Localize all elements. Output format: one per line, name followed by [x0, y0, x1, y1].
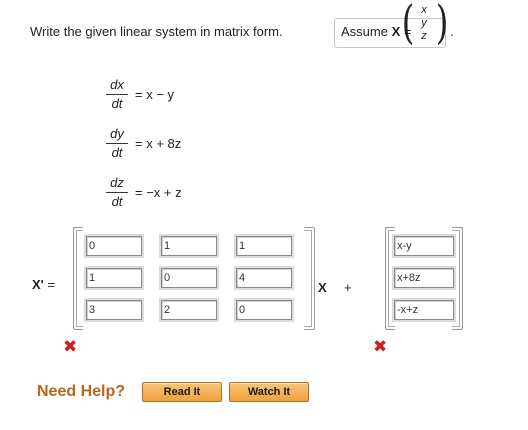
eq3-fraction-bar: [106, 192, 128, 193]
prompt-period: .: [450, 24, 454, 39]
lhs-var: X': [32, 277, 44, 292]
vector-component-z: z: [421, 30, 427, 42]
eq1-fraction-bar: [106, 94, 128, 95]
vector-right-paren: ): [435, 0, 449, 49]
read-it-button[interactable]: Read It: [142, 382, 222, 402]
assume-var: X: [391, 24, 401, 39]
eq1-numerator: dx: [110, 77, 124, 92]
vector-cell-3[interactable]: -x+z: [394, 300, 454, 320]
vector-component-x: x: [421, 4, 427, 16]
eq1-rhs: = x − y: [135, 87, 175, 102]
matrix-cell-r1c1[interactable]: 0: [86, 236, 142, 256]
eq1-denominator: dt: [111, 96, 123, 111]
lhs-equals: =: [47, 277, 55, 292]
need-help-label: Need Help?: [37, 383, 126, 400]
problem-prompt: Write the given linear system in matrix …: [30, 24, 283, 39]
matrix-cell-r3c1[interactable]: 3: [86, 300, 142, 320]
eq2-numerator: dy: [110, 126, 124, 141]
matrix-cell-r2c1[interactable]: 1: [86, 268, 142, 288]
vector-cell-1[interactable]: x-y: [394, 236, 454, 256]
eq3-denominator: dt: [111, 194, 123, 209]
eq3-rhs: = −x + z: [135, 185, 182, 200]
matrix-cell-r3c3[interactable]: 0: [236, 300, 292, 320]
vector-left-paren: (: [401, 0, 415, 49]
eq2-fraction-bar: [106, 143, 128, 144]
matrix-cell-r3c2[interactable]: 2: [161, 300, 217, 320]
vector-component-y: y: [421, 17, 427, 29]
operator-plus: +: [344, 280, 352, 295]
x-mark-icon: ✖: [373, 337, 388, 356]
x-mark-icon: ✖: [63, 337, 78, 356]
matrix-cell-r1c2[interactable]: 1: [161, 236, 217, 256]
eq3-numerator: dz: [110, 175, 124, 190]
operator-var: X: [318, 280, 327, 295]
lhs-label: X' =: [32, 275, 55, 295]
eq2-rhs: = x + 8z: [135, 136, 182, 151]
matrix-cell-r2c2[interactable]: 0: [161, 268, 217, 288]
watch-it-button[interactable]: Watch It: [229, 382, 309, 402]
eq2-denominator: dt: [111, 145, 123, 160]
matrix-cell-r2c3[interactable]: 4: [236, 268, 292, 288]
vector-cell-2[interactable]: x+8z: [394, 268, 454, 288]
matrix-cell-r1c3[interactable]: 1: [236, 236, 292, 256]
assume-label: Assume: [341, 24, 388, 39]
